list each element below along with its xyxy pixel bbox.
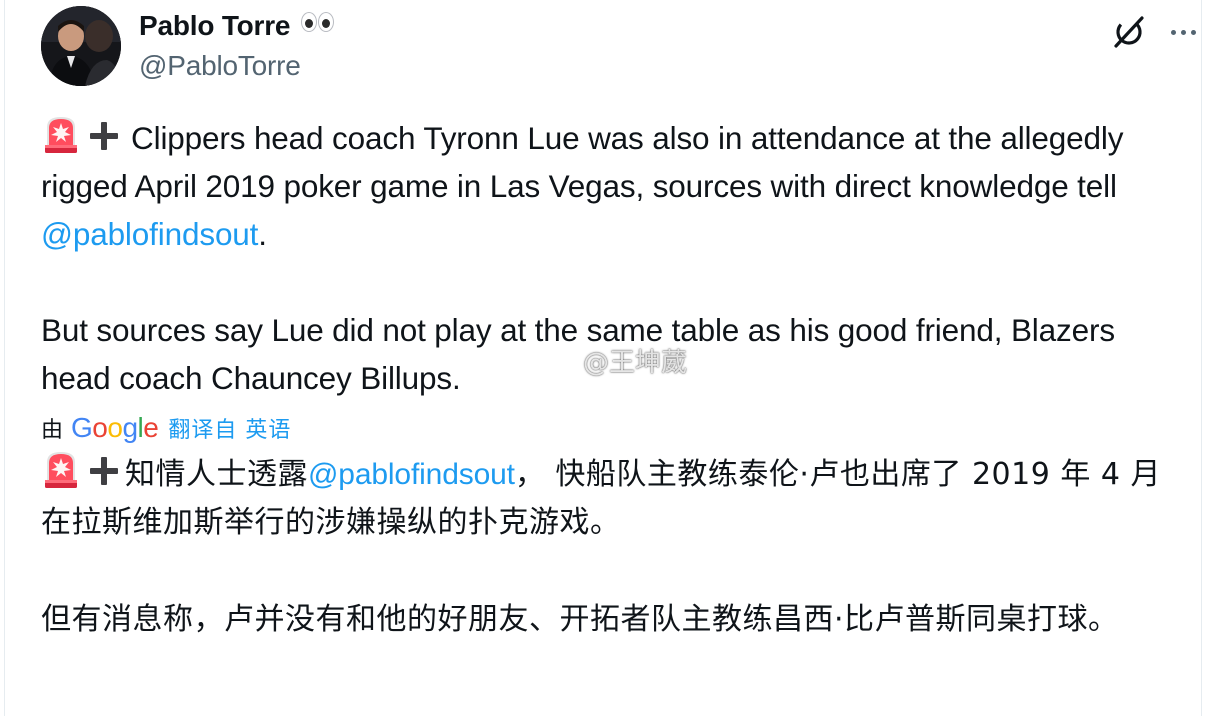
display-name[interactable]: Pablo Torre [139, 10, 291, 42]
google-logo-icon[interactable]: Google [71, 412, 159, 444]
display-name-row: Pablo Torre [139, 10, 335, 42]
eyes-emoji-icon [300, 12, 335, 37]
translation-attribution: 由 Google 翻译自 英语 [41, 408, 291, 448]
tweet-header: Pablo Torre @PabloTorre [41, 6, 1201, 90]
plus-emoji-icon [87, 119, 121, 153]
translated-paragraph-1: 知情人士透露@pablofindsout， 快船队主教练泰伦·卢也出席了 201… [41, 450, 1181, 547]
top-actions [1111, 12, 1201, 52]
avatar-image [41, 6, 121, 86]
weibo-logo-icon [537, 348, 577, 376]
translated-mention-link[interactable]: @pablofindsout [308, 458, 515, 491]
paragraph-1-end: . [258, 216, 267, 252]
more-options-icon[interactable] [1165, 14, 1201, 50]
tweet-text-paragraph-1: Clippers head coach Tyronn Lue was also … [41, 114, 1181, 258]
police-light-emoji-icon [41, 450, 81, 490]
author-info: Pablo Torre @PabloTorre [139, 10, 335, 82]
grok-icon[interactable] [1111, 14, 1147, 50]
translated-from-link[interactable]: 翻译自 英语 [168, 412, 291, 444]
mention-link[interactable]: @pablofindsout [41, 216, 258, 252]
translated-by-label: 由 [41, 418, 64, 443]
translated-paragraph-1-text: 知情人士透露 [125, 457, 308, 492]
author-handle[interactable]: @PabloTorre [139, 50, 335, 82]
avatar[interactable] [41, 6, 121, 86]
weibo-watermark: @王坤葳 [535, 340, 687, 380]
plus-emoji-icon [87, 454, 121, 488]
tweet-card: Pablo Torre @PabloTorre Clippers head co… [4, 0, 1202, 716]
police-light-emoji-icon [41, 115, 81, 155]
watermark-text: @王坤葳 [583, 347, 688, 378]
translated-paragraph-2: 但有消息称，卢并没有和他的好朋友、开拓者队主教练昌西·比卢普斯同桌打球。 [41, 602, 1119, 637]
paragraph-1-text: Clippers head coach Tyronn Lue was also … [41, 120, 1124, 204]
